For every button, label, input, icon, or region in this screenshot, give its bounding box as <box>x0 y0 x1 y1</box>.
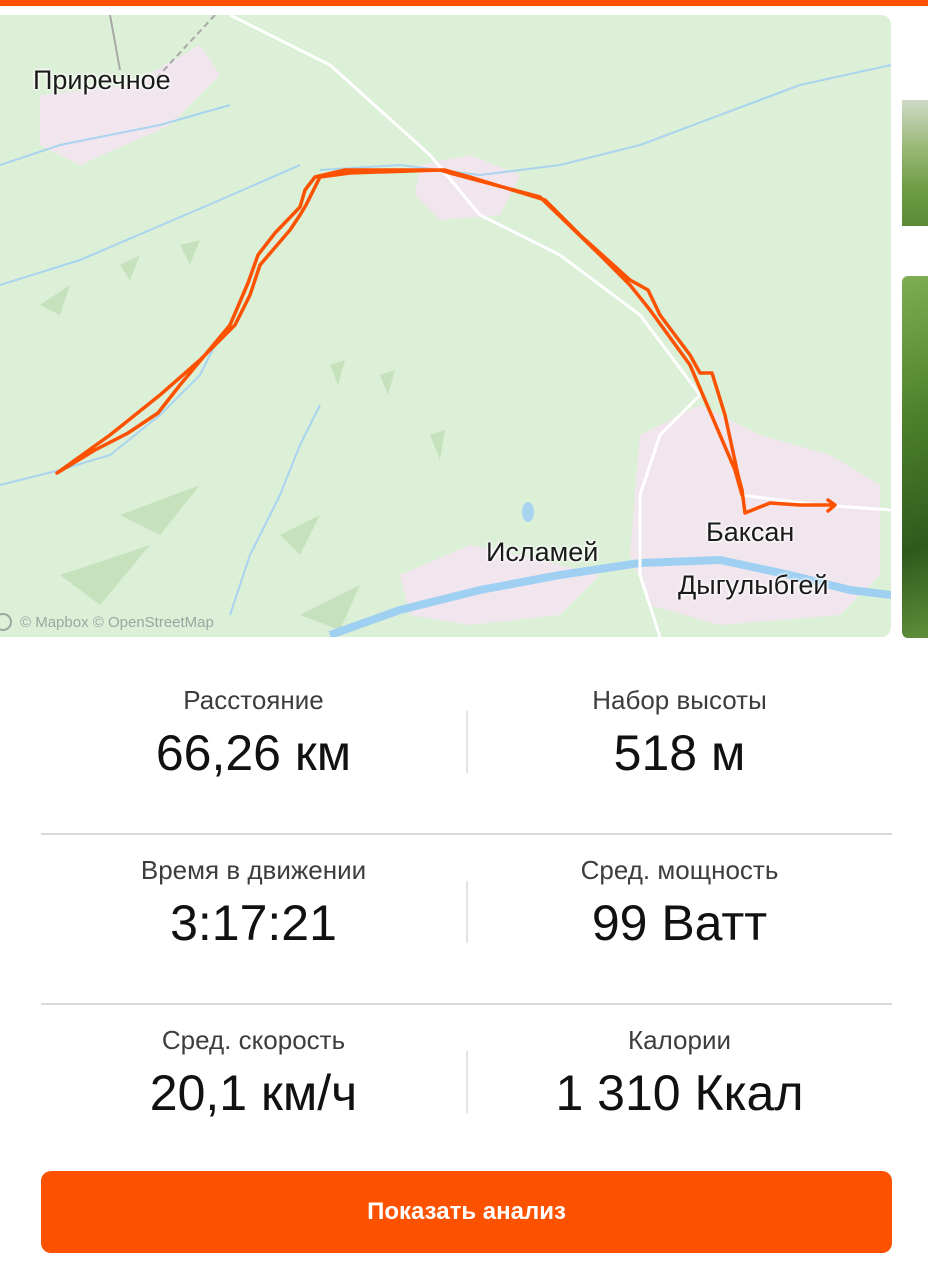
place-label-islamey: Исламей <box>486 537 599 567</box>
stat-moving-time: Время в движении 3:17:21 <box>41 835 466 952</box>
activity-photo-thumbnail[interactable] <box>902 100 928 226</box>
top-accent-bar <box>0 0 928 6</box>
stat-value: 518 м <box>613 725 746 781</box>
stat-label: Расстояние <box>183 685 324 715</box>
stat-value: 99 Ватт <box>591 895 768 951</box>
stat-avg-speed: Сред. скорость 20,1 км/ч <box>41 1005 466 1122</box>
stat-value: 20,1 км/ч <box>149 1065 358 1121</box>
stat-label: Калории <box>627 1025 732 1055</box>
show-analysis-button[interactable]: Показать анализ <box>41 1171 892 1253</box>
stat-elevation: Набор высоты 518 м <box>467 665 892 782</box>
place-label-baksan: Баксан <box>706 517 795 547</box>
stat-avg-power: Сред. мощность 99 Ватт <box>467 835 892 952</box>
stats-row: Сред. скорость 20,1 км/ч Калории 1 310 К… <box>41 1005 892 1173</box>
stats-row: Время в движении 3:17:21 Сред. мощность … <box>41 835 892 1005</box>
stat-calories: Калории 1 310 Ккал <box>467 1005 892 1122</box>
place-label-dygulybgey: Дыгулыбгей <box>678 570 829 600</box>
route-map[interactable]: Приречное Баксан Исламей Дыгулыбгей © Ma… <box>0 15 891 637</box>
stat-label: Время в движении <box>140 855 367 885</box>
stat-label: Набор высоты <box>592 685 767 715</box>
stat-value: 3:17:21 <box>170 895 337 951</box>
stats-grid: Расстояние 66,26 км Набор высоты 518 м В… <box>41 665 892 1173</box>
stat-value: 1 310 Ккал <box>555 1065 804 1121</box>
stat-label: Сред. скорость <box>161 1025 346 1055</box>
lake <box>522 502 534 522</box>
stats-row: Расстояние 66,26 км Набор высоты 518 м <box>41 665 892 835</box>
place-label-prirechnoe: Приречное <box>33 65 171 95</box>
activity-photo[interactable] <box>902 276 928 638</box>
stat-label: Сред. мощность <box>580 855 779 885</box>
stat-distance: Расстояние 66,26 км <box>41 665 466 782</box>
stat-value: 66,26 км <box>155 725 352 781</box>
map-attribution[interactable]: © Mapbox © OpenStreetMap <box>20 614 214 631</box>
